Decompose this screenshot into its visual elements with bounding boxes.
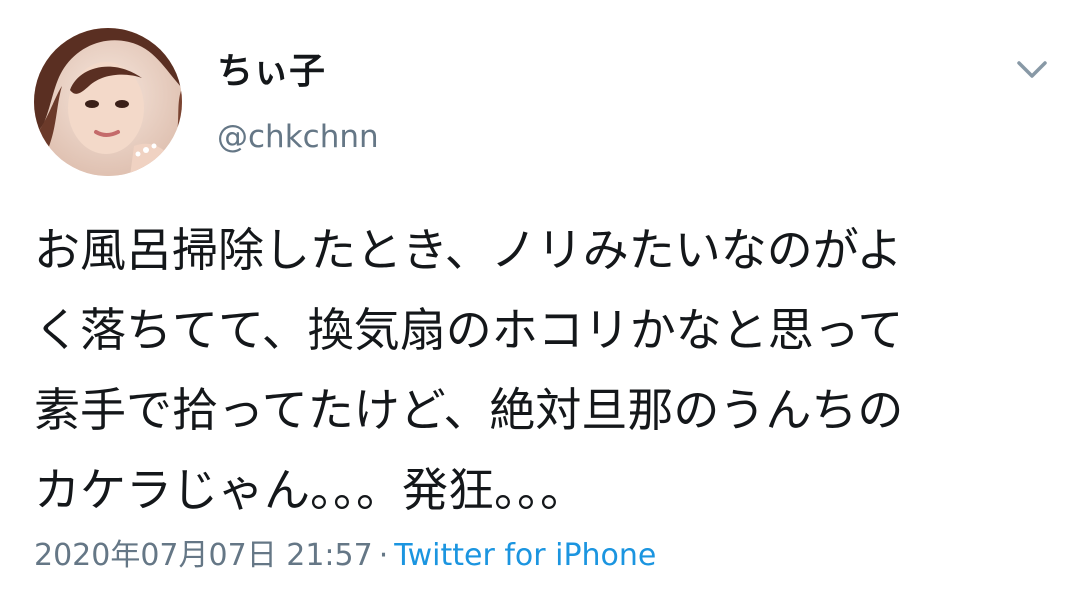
tweet-text-line: カケラじゃん。。。発狂。。。 [34,463,586,517]
tweet-text-line: く落ちてて、換気扇のホコリかなと思って [34,303,904,357]
tweet-text: お風呂掃除したとき、ノリみたいなのがよ く落ちてて、換気扇のホコリかなと思って … [34,210,1034,530]
source-link[interactable]: Twitter for iPhone [394,538,656,573]
tweet-meta: 2020年07月07日 21:57 · Twitter for iPhone [34,534,656,578]
meta-separator: · [378,538,389,573]
display-name[interactable]: ちぃ子 [217,50,325,94]
tweet-text-line: 素手で拾ってたけど、絶対旦那のうんちの [34,383,904,437]
tweet-card: ちぃ子 @chkchnn お風呂掃除したとき、ノリみたいなのがよ く落ちてて、換… [0,0,1079,605]
tweet-text-line: お風呂掃除したとき、ノリみたいなのがよ [34,223,903,277]
user-handle[interactable]: @chkchnn [217,117,379,157]
chevron-down-icon[interactable] [1010,52,1054,88]
timestamp[interactable]: 2020年07月07日 21:57 [34,538,373,573]
avatar[interactable] [34,28,182,176]
